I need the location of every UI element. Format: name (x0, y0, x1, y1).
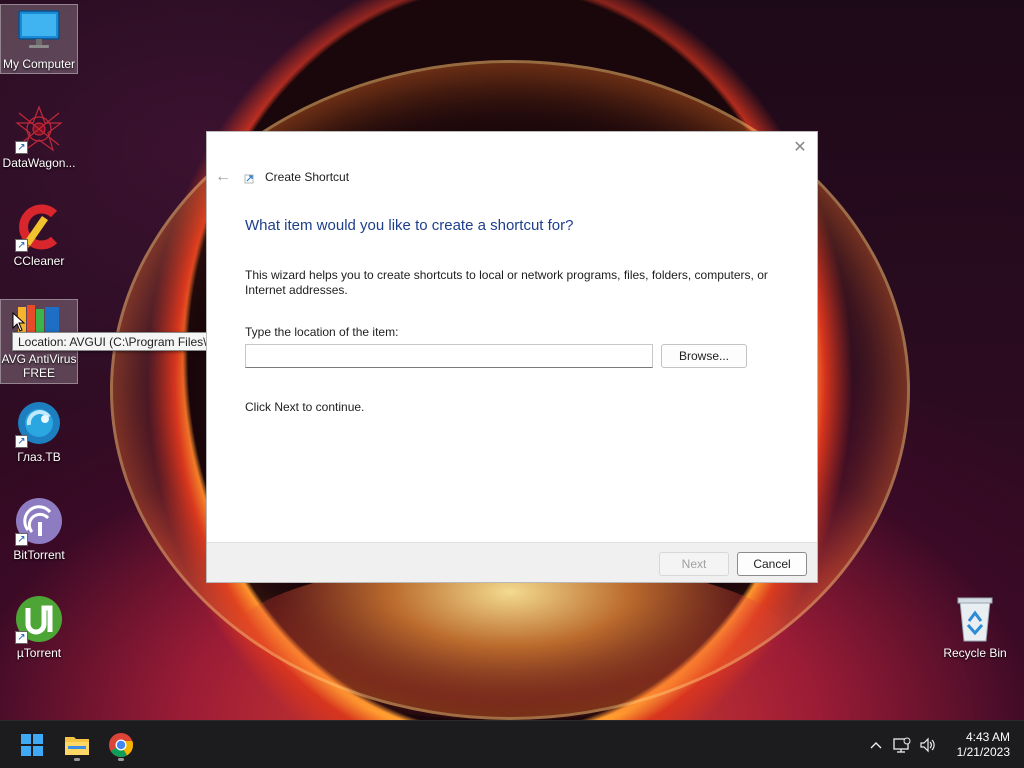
desktop-icon-label: Recycle Bin (943, 646, 1007, 660)
network-icon[interactable] (889, 732, 915, 758)
continue-instruction: Click Next to continue. (245, 400, 365, 414)
location-input[interactable] (245, 344, 653, 368)
desktop-icon-ccleaner[interactable]: ↗ CCleaner (0, 202, 78, 268)
windows-start-icon[interactable] (14, 727, 50, 763)
mouse-cursor-icon (12, 312, 26, 332)
location-label: Type the location of the item: (245, 325, 399, 339)
shortcut-arrow-icon: ↗ (15, 631, 28, 644)
clock-time: 4:43 AM (965, 730, 1010, 744)
datawagon-icon: ↗ (13, 104, 65, 154)
volume-icon[interactable] (915, 732, 941, 758)
desktop-icon-recycle-bin[interactable]: Recycle Bin (936, 594, 1014, 660)
desktop-icon-label: µTorrent (16, 646, 62, 660)
desktop-icon-label: AVG AntiVirus FREE (1, 352, 77, 380)
next-button[interactable]: Next (659, 552, 729, 576)
shortcut-arrow-icon: ↗ (15, 239, 28, 252)
desktop-icon-bittorrent[interactable]: ↗ BitTorrent (0, 496, 78, 562)
browse-button[interactable]: Browse... (661, 344, 747, 368)
desktop-icon-label: BitTorrent (13, 548, 65, 562)
dialog-header: ← Create Shortcut (215, 168, 349, 186)
close-icon[interactable]: ✕ (791, 138, 809, 156)
running-indicator (118, 758, 124, 761)
shortcut-arrow-icon: ↗ (15, 435, 28, 448)
desktop-icon-label: DataWagon... (2, 156, 76, 170)
clock-date: 1/21/2023 (956, 745, 1010, 759)
utorrent-icon: ↗ (13, 594, 65, 644)
desktop-icon-my-computer[interactable]: My Computer (0, 4, 78, 74)
dialog-footer: Next Cancel (207, 542, 817, 582)
dialog-description: This wizard helps you to create shortcut… (245, 268, 768, 297)
desktop-icon-label: My Computer (2, 57, 76, 71)
file-explorer-icon[interactable] (59, 727, 95, 763)
cancel-button[interactable]: Cancel (737, 552, 807, 576)
running-indicator (74, 758, 80, 761)
bittorrent-icon: ↗ (13, 496, 65, 546)
desktop-icon-label: Глаз.ТВ (17, 450, 61, 464)
glaz-tv-icon: ↗ (13, 398, 65, 448)
chrome-icon[interactable] (103, 727, 139, 763)
dialog-title: Create Shortcut (265, 170, 350, 184)
monitor-icon (13, 5, 65, 55)
system-tray: 4:43 AM 1/21/2023 (863, 721, 1024, 768)
dialog-heading: What item would you like to create a sho… (245, 217, 574, 234)
shortcut-arrow-icon: ↗ (15, 141, 28, 154)
desktop-icon-label: CCleaner (13, 254, 65, 268)
taskbar: 4:43 AM 1/21/2023 (0, 720, 1024, 768)
shortcut-arrow-icon: ↗ (15, 533, 28, 546)
desktop-icon-utorrent[interactable]: ↗ µTorrent (0, 594, 78, 660)
ccleaner-icon: ↗ (13, 202, 65, 252)
chevron-up-icon[interactable] (863, 732, 889, 758)
create-shortcut-dialog: ✕ ← Create Shortcut What item would you … (206, 131, 818, 583)
recycle-bin-icon (949, 594, 1001, 644)
taskbar-clock[interactable]: 4:43 AM 1/21/2023 (957, 730, 1010, 760)
back-arrow-icon[interactable]: ← (215, 168, 235, 186)
shortcut-wizard-icon (243, 170, 257, 184)
desktop-icon-glaz-tv[interactable]: ↗ Глаз.ТВ (0, 398, 78, 464)
desktop-icon-datawagon[interactable]: ↗ DataWagon... (0, 104, 78, 170)
